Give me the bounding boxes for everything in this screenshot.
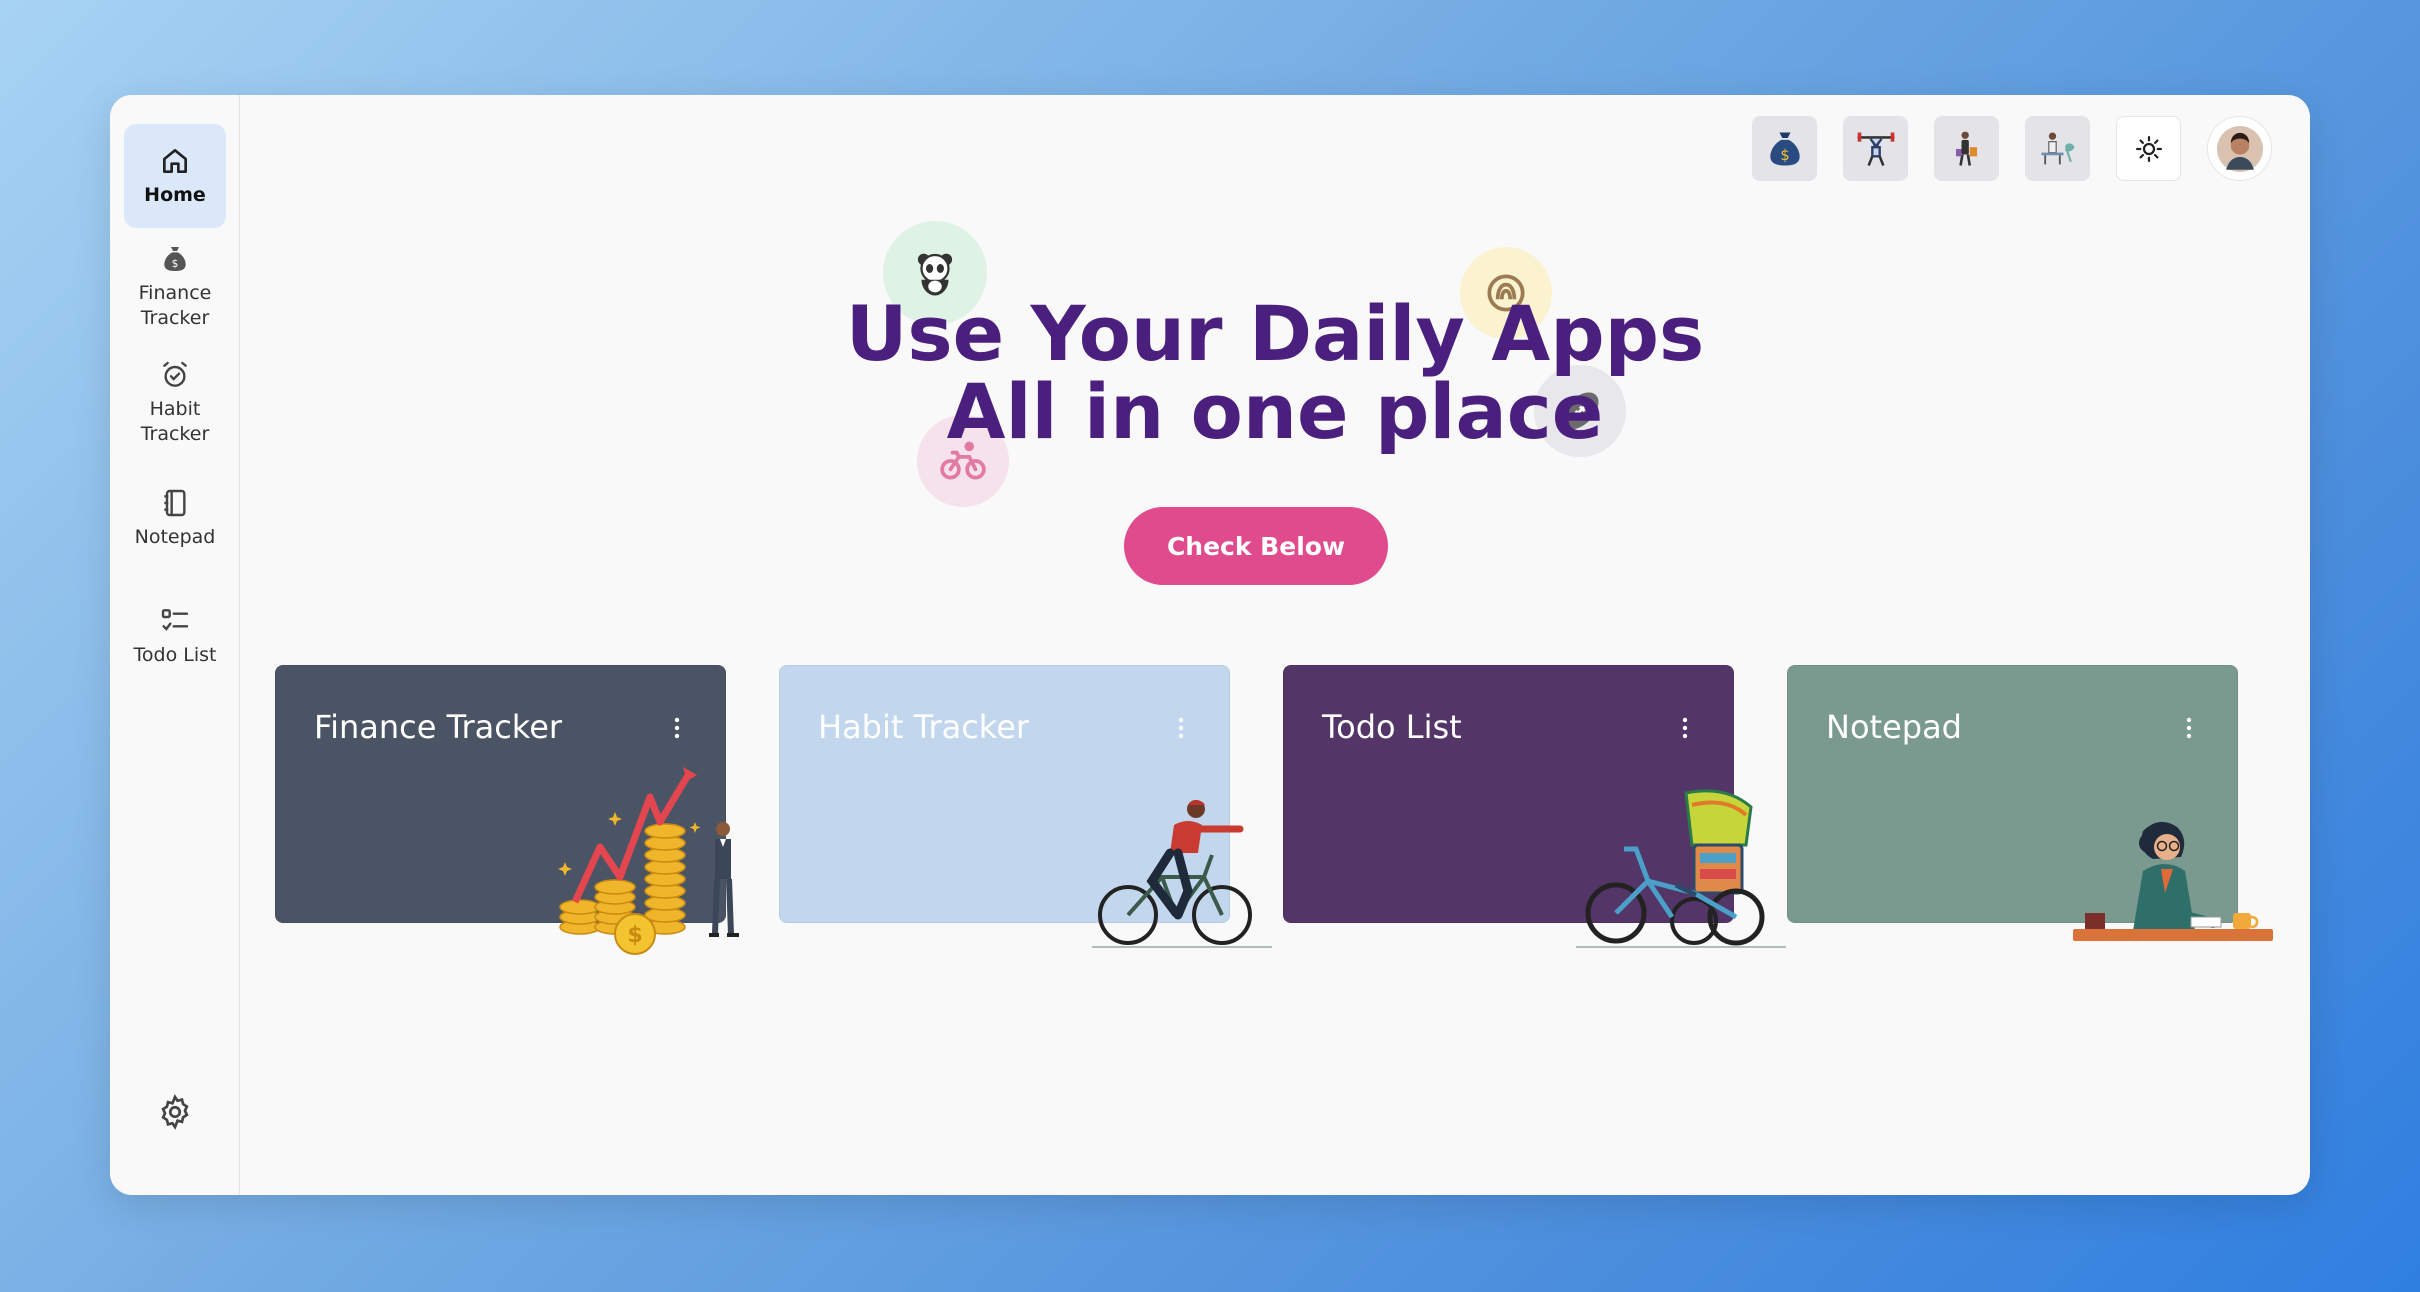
sidebar-item-label: Finance Tracker (138, 282, 212, 329)
sun-icon (2135, 135, 2162, 162)
svg-text:$: $ (627, 923, 642, 948)
sidebar-item-todo-list[interactable]: Todo List (124, 591, 226, 681)
gear-icon[interactable] (156, 1093, 194, 1131)
habit-shortcut-button[interactable] (1843, 116, 1908, 181)
notebook-icon (164, 489, 186, 516)
hero-title-line-2: All in one place (946, 367, 1604, 456)
card-title: Finance Tracker (314, 708, 563, 746)
finance-shortcut-button[interactable]: $ (1752, 116, 1817, 181)
more-vertical-icon[interactable] (1177, 716, 1185, 740)
top-toolbar: $ (1752, 116, 2272, 181)
check-below-button[interactable]: Check Below (1124, 507, 1388, 585)
coins-growth-illustration: $ (558, 767, 739, 955)
sidebar-item-label: Todo List (133, 643, 217, 666)
app-window: Home $ Finance Tracker Habit Tracker Not… (110, 95, 2310, 1195)
hero-title: Use Your Daily Apps All in one place (240, 295, 2310, 451)
weightlifter-icon (1857, 132, 1894, 166)
theme-toggle-button[interactable] (2116, 116, 2181, 181)
sidebar-item-label: Notepad (134, 525, 216, 548)
card-title: Todo List (1322, 708, 1462, 746)
money-bag-icon: $ (164, 247, 186, 271)
more-vertical-icon[interactable] (673, 716, 681, 740)
more-vertical-icon[interactable] (2185, 716, 2193, 740)
sidebar: Home $ Finance Tracker Habit Tracker Not… (110, 95, 240, 1195)
avatar[interactable] (2207, 116, 2272, 181)
sidebar-item-finance-tracker[interactable]: $ Finance Tracker (124, 235, 226, 339)
sidebar-item-home[interactable]: Home (124, 124, 226, 228)
sidebar-item-label: Habit Tracker (140, 398, 210, 445)
svg-text:$: $ (172, 257, 179, 270)
notepad-shortcut-button[interactable] (2025, 116, 2090, 181)
todo-shortcut-button[interactable] (1934, 116, 1999, 181)
cyclist-illustration (1092, 800, 1272, 948)
money-bag-icon: $ (1769, 132, 1800, 165)
card-title: Notepad (1826, 708, 1962, 746)
rickshaw-illustration (1576, 789, 1786, 948)
sidebar-item-habit-tracker[interactable]: Habit Tracker (124, 351, 226, 455)
woman-writing-illustration (2073, 821, 2273, 941)
sidebar-item-notepad[interactable]: Notepad (124, 473, 226, 563)
person-at-desk-icon (2041, 132, 2074, 164)
home-icon (163, 148, 187, 173)
hero-title-line-1: Use Your Daily Apps (845, 289, 1705, 378)
checklist-icon (161, 608, 189, 631)
alarm-clock-icon (163, 361, 187, 387)
more-vertical-icon[interactable] (1681, 716, 1689, 740)
shopper-icon (1955, 131, 1977, 166)
sidebar-item-label: Home (144, 183, 206, 206)
user-avatar-icon (2216, 125, 2263, 172)
svg-text:$: $ (1780, 147, 1789, 164)
card-title: Habit Tracker (818, 708, 1030, 746)
